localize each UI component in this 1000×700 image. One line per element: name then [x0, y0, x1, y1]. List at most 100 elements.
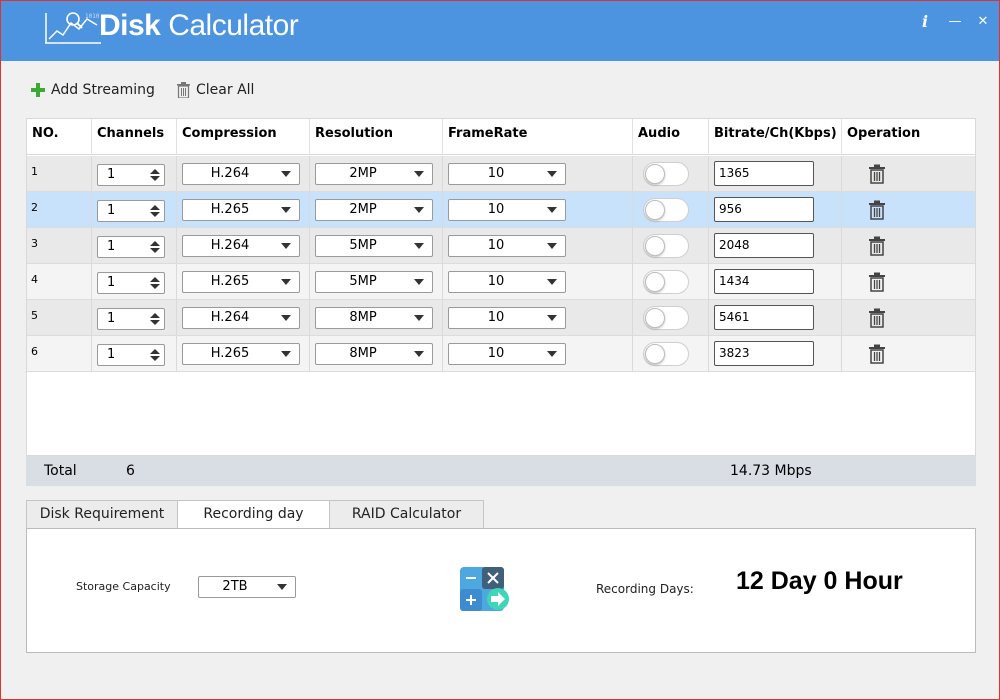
framerate-select[interactable]: 10: [448, 271, 566, 293]
bitrate-input[interactable]: 3823: [714, 341, 814, 366]
channels-stepper[interactable]: 1: [97, 272, 165, 294]
tab-raid-calculator[interactable]: RAID Calculator: [329, 500, 484, 529]
channels-stepper[interactable]: 1: [97, 200, 165, 222]
audio-toggle[interactable]: [643, 162, 689, 186]
resolution-select[interactable]: 8MP: [315, 343, 433, 365]
toggle-knob: [645, 200, 665, 220]
table-row[interactable]: 2 1 H.265 2MP 10 956: [27, 192, 975, 228]
table-row[interactable]: 6 1 H.265 8MP 10 3823: [27, 336, 975, 372]
table-row[interactable]: 1 1 H.264 2MP 10 1365: [27, 156, 975, 192]
table-cell: 1365: [709, 156, 842, 191]
title-bar: 1010 Disk Calculator i — ✕: [1, 1, 999, 61]
framerate-select[interactable]: 10: [448, 199, 566, 221]
resolution-select[interactable]: 8MP: [315, 307, 433, 329]
framerate-select[interactable]: 10: [448, 307, 566, 329]
audio-toggle[interactable]: [643, 270, 689, 294]
storage-capacity-select[interactable]: 2TB: [198, 576, 296, 598]
compression-select[interactable]: H.265: [182, 271, 300, 293]
compression-select[interactable]: H.264: [182, 235, 300, 257]
table-cell: [633, 156, 709, 191]
table-cell: 8MP: [310, 300, 443, 335]
info-button[interactable]: i: [913, 11, 937, 33]
chevron-down-icon: [281, 171, 291, 177]
stepper-arrows-icon[interactable]: [149, 275, 161, 291]
table-cell: [842, 192, 975, 227]
table-cell: [842, 300, 975, 335]
table-cell: 1: [92, 264, 177, 299]
trash-icon[interactable]: [868, 272, 886, 292]
storage-capacity-value: 2TB: [222, 579, 248, 594]
app-window: 1010 Disk Calculator i — ✕ Add Streaming…: [0, 0, 1000, 700]
table-row[interactable]: 5 1 H.264 8MP 10 5461: [27, 300, 975, 336]
channels-value: 1: [107, 311, 116, 326]
table-row[interactable]: 3 1 H.264 5MP 10 2048: [27, 228, 975, 264]
trash-icon[interactable]: [868, 200, 886, 220]
compression-select[interactable]: H.265: [182, 199, 300, 221]
trash-icon[interactable]: [868, 344, 886, 364]
table-cell: 1: [92, 228, 177, 263]
compression-select[interactable]: H.265: [182, 343, 300, 365]
resolution-select[interactable]: 2MP: [315, 163, 433, 185]
table-cell: 2048: [709, 228, 842, 263]
table-cell: [842, 336, 975, 371]
close-button[interactable]: ✕: [971, 11, 995, 33]
framerate-select[interactable]: 10: [448, 235, 566, 257]
stepper-arrows-icon[interactable]: [149, 167, 161, 183]
channels-stepper[interactable]: 1: [97, 344, 165, 366]
trash-icon[interactable]: [868, 308, 886, 328]
channels-stepper[interactable]: 1: [97, 308, 165, 330]
add-streaming-button[interactable]: Add Streaming: [31, 79, 155, 101]
compression-select-value: H.264: [210, 238, 250, 253]
chevron-down-icon: [414, 315, 424, 321]
channels-stepper[interactable]: 1: [97, 236, 165, 258]
toggle-knob: [645, 308, 665, 328]
svg-text:1010: 1010: [85, 13, 100, 20]
bitrate-input[interactable]: 1434: [714, 269, 814, 294]
tab-recording-day[interactable]: Recording day: [177, 500, 330, 530]
stepper-arrows-icon[interactable]: [149, 203, 161, 219]
chevron-down-icon: [414, 243, 424, 249]
minimize-button[interactable]: —: [943, 11, 967, 33]
audio-toggle[interactable]: [643, 342, 689, 366]
tab-disk-requirement[interactable]: Disk Requirement: [26, 500, 178, 529]
resolution-select[interactable]: 5MP: [315, 235, 433, 257]
stepper-arrows-icon[interactable]: [149, 347, 161, 363]
table-cell: 1434: [709, 264, 842, 299]
chevron-down-icon: [281, 207, 291, 213]
audio-toggle[interactable]: [643, 306, 689, 330]
trash-icon[interactable]: [868, 236, 886, 256]
compression-select[interactable]: H.264: [182, 307, 300, 329]
resolution-select[interactable]: 2MP: [315, 199, 433, 221]
toggle-knob: [645, 272, 665, 292]
resolution-select-value: 8MP: [349, 310, 377, 325]
stepper-arrows-icon[interactable]: [149, 311, 161, 327]
bitrate-input[interactable]: 2048: [714, 233, 814, 258]
framerate-select-value: 10: [487, 202, 505, 217]
table-cell: [633, 264, 709, 299]
table-cell: H.264: [177, 156, 310, 191]
channels-stepper[interactable]: 1: [97, 164, 165, 186]
audio-toggle[interactable]: [643, 234, 689, 258]
table-cell: H.265: [177, 192, 310, 227]
table-row[interactable]: 4 1 H.265 5MP 10 1434: [27, 264, 975, 300]
trash-icon[interactable]: [868, 164, 886, 184]
table-cell: [842, 156, 975, 191]
table-cell: 956: [709, 192, 842, 227]
framerate-select[interactable]: 10: [448, 343, 566, 365]
bitrate-input[interactable]: 5461: [714, 305, 814, 330]
resolution-select[interactable]: 5MP: [315, 271, 433, 293]
channels-value: 1: [107, 239, 116, 254]
compression-select-value: H.265: [210, 202, 250, 217]
bitrate-input[interactable]: 1365: [714, 161, 814, 186]
chevron-down-icon: [547, 207, 557, 213]
clear-all-button[interactable]: Clear All: [177, 79, 254, 101]
stepper-arrows-icon[interactable]: [149, 239, 161, 255]
bitrate-input[interactable]: 956: [714, 197, 814, 222]
table-cell: 10: [443, 300, 633, 335]
framerate-select[interactable]: 10: [448, 163, 566, 185]
table-cell: [842, 228, 975, 263]
compression-select[interactable]: H.264: [182, 163, 300, 185]
audio-toggle[interactable]: [643, 198, 689, 222]
total-bitrate: 14.73 Mbps: [730, 463, 812, 479]
table-cell: 10: [443, 228, 633, 263]
